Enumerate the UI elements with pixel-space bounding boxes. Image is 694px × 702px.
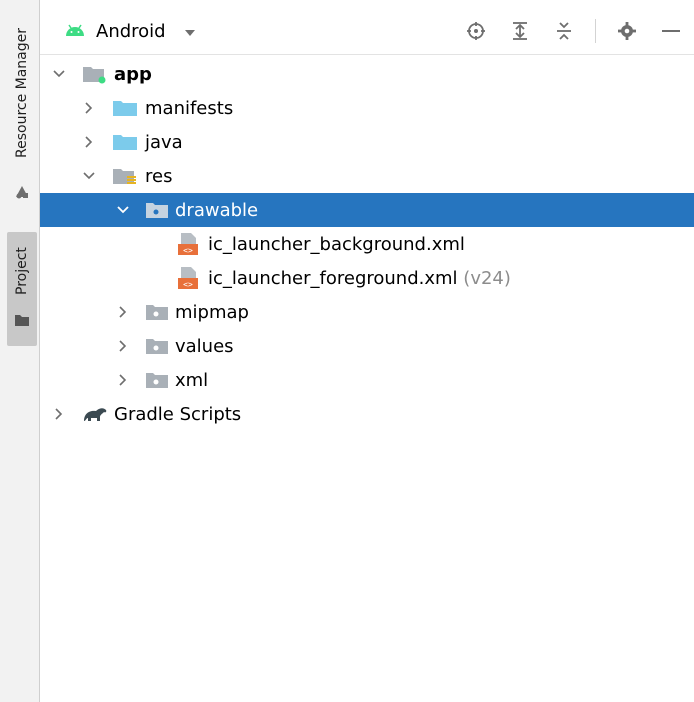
- chevron-right-icon[interactable]: [52, 407, 66, 421]
- chevron-down-icon[interactable]: [82, 169, 96, 183]
- tree-node-label: app: [114, 63, 152, 85]
- package-folder-icon: [145, 201, 169, 219]
- tree-node-label: java: [145, 131, 183, 153]
- folder-icon: [14, 312, 30, 328]
- tree-node-values[interactable]: values: [40, 329, 694, 363]
- tab-resource-manager[interactable]: Resource Manager: [7, 8, 37, 213]
- tree-node-drawable[interactable]: drawable: [40, 193, 694, 227]
- tree-node-label: values: [175, 335, 234, 357]
- package-folder-icon: [145, 337, 169, 355]
- chevron-right-icon[interactable]: [116, 373, 130, 387]
- chevron-down-icon[interactable]: [52, 67, 66, 81]
- xml-file-icon: <>: [177, 266, 199, 290]
- tree-node-gradle-scripts[interactable]: Gradle Scripts: [40, 397, 694, 431]
- minimize-icon[interactable]: [658, 18, 684, 44]
- package-folder-icon: [145, 371, 169, 389]
- resource-manager-icon: [14, 184, 30, 200]
- chevron-right-icon[interactable]: [116, 339, 130, 353]
- svg-text:<>: <>: [183, 246, 193, 255]
- tree-node-app[interactable]: app: [40, 57, 694, 91]
- tab-resource-manager-label: Resource Manager: [14, 27, 30, 159]
- tree-node-label: Gradle Scripts: [114, 403, 242, 425]
- folder-icon: [112, 98, 138, 118]
- module-folder-icon: [82, 64, 108, 84]
- tree-node-label: ic_launcher_background.xml: [208, 233, 465, 255]
- android-icon: [64, 21, 86, 42]
- tree-node-file[interactable]: <> ic_launcher_foreground.xml (v24): [40, 261, 694, 295]
- tree-node-label: mipmap: [175, 301, 249, 323]
- xml-file-icon: <>: [177, 232, 199, 256]
- tree-node-res[interactable]: res: [40, 159, 694, 193]
- package-folder-icon: [145, 303, 169, 321]
- tool-window-strip: Resource Manager Project: [0, 0, 40, 702]
- resources-folder-icon: [112, 166, 138, 186]
- file-qualifier: (v24): [463, 267, 511, 289]
- tree-node-label: drawable: [175, 199, 259, 221]
- toolbar-separator: [595, 19, 596, 43]
- header-toolbar: [463, 8, 684, 54]
- tree-node-file[interactable]: <> ic_launcher_background.xml: [40, 227, 694, 261]
- chevron-right-icon[interactable]: [82, 135, 96, 149]
- folder-icon: [112, 132, 138, 152]
- tree-node-manifests[interactable]: manifests: [40, 91, 694, 125]
- tree-node-java[interactable]: java: [40, 125, 694, 159]
- locate-icon[interactable]: [463, 18, 489, 44]
- collapse-all-icon[interactable]: [551, 18, 577, 44]
- chevron-right-icon[interactable]: [82, 101, 96, 115]
- project-header: Android: [40, 8, 694, 55]
- gradle-icon: [82, 405, 108, 423]
- expand-all-icon[interactable]: [507, 18, 533, 44]
- tree-node-label: ic_launcher_foreground.xml (v24): [208, 268, 511, 289]
- chevron-down-icon: [184, 21, 196, 42]
- tree-node-label: manifests: [145, 97, 234, 119]
- chevron-right-icon[interactable]: [116, 305, 130, 319]
- tab-project-label: Project: [14, 247, 30, 295]
- tree-node-label: res: [145, 165, 173, 187]
- tree-node-label: xml: [175, 369, 209, 391]
- view-selector-label: Android: [96, 20, 166, 42]
- gear-icon[interactable]: [614, 18, 640, 44]
- file-name: ic_launcher_foreground.xml: [208, 267, 458, 289]
- tree-node-xml[interactable]: xml: [40, 363, 694, 397]
- tab-project[interactable]: Project: [7, 232, 37, 346]
- svg-text:<>: <>: [183, 280, 193, 289]
- tree-node-mipmap[interactable]: mipmap: [40, 295, 694, 329]
- chevron-down-icon[interactable]: [116, 203, 130, 217]
- view-selector-dropdown[interactable]: Android: [64, 21, 196, 42]
